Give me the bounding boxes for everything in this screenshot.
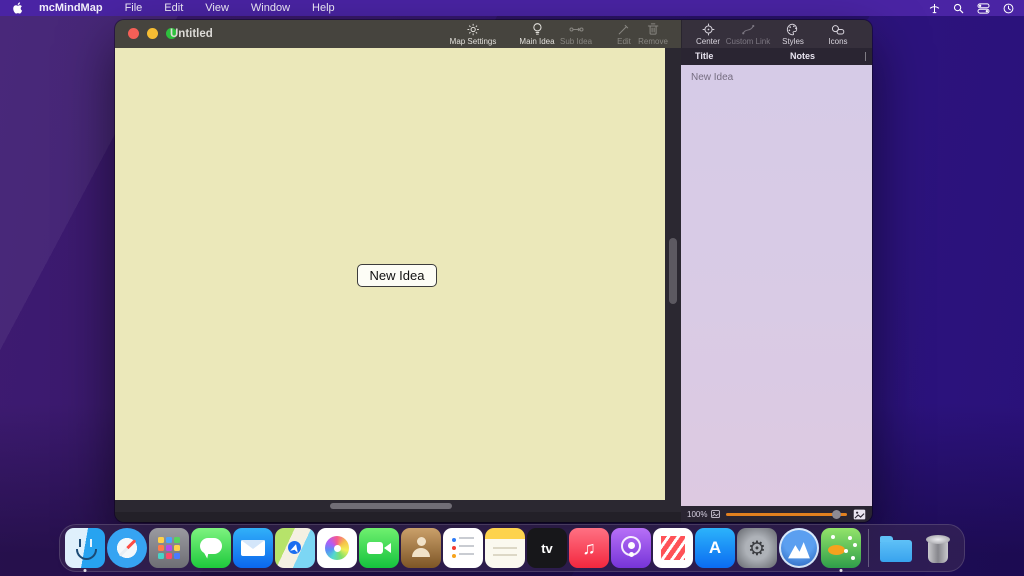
custom-link-button[interactable]: Custom Link <box>726 22 770 46</box>
dock-divider <box>868 529 869 567</box>
sidebar-zoom-bar: 100% <box>681 506 872 522</box>
appstore-glyph: A <box>709 538 721 558</box>
clock-icon[interactable] <box>1003 3 1014 14</box>
dock-mail-icon[interactable] <box>233 528 273 568</box>
music-note-glyph: ♫ <box>582 538 596 559</box>
map-settings-label: Map Settings <box>450 37 497 46</box>
outline-row-new-idea[interactable]: New Idea <box>681 65 872 83</box>
menu-help[interactable]: Help <box>312 2 335 14</box>
gear-glyph: ⚙ <box>748 536 766 561</box>
outline-sidebar: Title Notes New Idea 100% <box>681 48 872 522</box>
target-icon <box>701 22 714 36</box>
sub-node-icon <box>569 22 584 36</box>
menu-app-name[interactable]: mcMindMap <box>39 2 103 14</box>
menu-file[interactable]: File <box>125 2 143 14</box>
menu-edit[interactable]: Edit <box>164 2 183 14</box>
dock-facetime-icon[interactable] <box>359 528 399 568</box>
styles-button[interactable]: Styles <box>782 22 804 46</box>
outline-list[interactable]: New Idea <box>681 65 872 506</box>
icons-button[interactable]: Icons <box>828 22 847 46</box>
dock-reminders-icon[interactable] <box>443 528 483 568</box>
pencil-icon <box>617 22 630 36</box>
window-bottom-edge <box>115 512 681 522</box>
menu-status-area <box>929 3 1014 14</box>
window-title: Untitled <box>170 20 213 48</box>
dock-safari-icon[interactable] <box>107 528 147 568</box>
dock-news-icon[interactable] <box>653 528 693 568</box>
zoom-slider[interactable] <box>726 513 847 516</box>
sidebar-toolbar: Center Custom Link Styles Icons <box>681 20 872 48</box>
dock-messages-icon[interactable] <box>191 528 231 568</box>
zoom-slider-knob[interactable] <box>832 510 841 519</box>
custom-link-label: Custom Link <box>726 37 770 46</box>
dock-mcmindmap-icon[interactable] <box>821 528 861 568</box>
trash-icon <box>647 22 659 36</box>
mindmap-canvas[interactable]: New Idea <box>115 48 665 500</box>
icons-label: Icons <box>828 37 847 46</box>
column-header-notes[interactable]: Notes <box>790 48 815 65</box>
close-button[interactable] <box>128 28 139 39</box>
lightbulb-icon <box>531 22 543 36</box>
horizontal-scrollbar[interactable] <box>115 500 681 512</box>
dock-music-icon[interactable]: ♫ <box>569 528 609 568</box>
control-center-icon[interactable] <box>977 3 990 14</box>
dock-notes-icon[interactable] <box>485 528 525 568</box>
desktop-wallpaper: mcMindMap File Edit View Window Help <box>0 0 1024 576</box>
spotlight-search-icon[interactable] <box>953 3 964 14</box>
edit-label: Edit <box>617 37 631 46</box>
apple-menu-icon[interactable] <box>13 2 24 14</box>
app-window: Untitled Map Settings Main Idea Sub Idea <box>115 20 872 522</box>
styles-label: Styles <box>782 37 804 46</box>
sidebar-header: Title Notes <box>681 48 872 65</box>
curve-link-icon <box>741 22 756 36</box>
titlebar-toolbar: Untitled Map Settings Main Idea Sub Idea <box>115 20 681 48</box>
running-indicator <box>840 569 843 572</box>
sub-idea-button[interactable]: Sub Idea <box>560 22 592 46</box>
menu-window[interactable]: Window <box>251 2 290 14</box>
zoom-level-label: 100% <box>687 510 707 519</box>
minimize-button[interactable] <box>147 28 158 39</box>
dock-contacts-icon[interactable] <box>401 528 441 568</box>
zoom-in-image-icon[interactable] <box>853 509 866 520</box>
palette-icon <box>786 22 799 36</box>
dock: tv ♫ A ⚙ <box>59 524 965 572</box>
remove-button[interactable]: Remove <box>638 22 668 46</box>
menu-bar: mcMindMap File Edit View Window Help <box>0 0 1024 16</box>
mindmap-root-node[interactable]: New Idea <box>357 264 437 287</box>
zoom-out-image-icon[interactable] <box>711 510 720 518</box>
main-idea-button[interactable]: Main Idea <box>519 22 554 46</box>
dock-launchpad-icon[interactable] <box>149 528 189 568</box>
dock-downloads-folder-icon[interactable] <box>876 528 916 568</box>
running-indicator <box>84 569 87 572</box>
dock-appletv-icon[interactable]: tv <box>527 528 567 568</box>
tv-glyph: tv <box>541 541 553 556</box>
vertical-scrollbar-thumb[interactable] <box>669 238 677 304</box>
dock-podcasts-icon[interactable] <box>611 528 651 568</box>
column-header-title[interactable]: Title <box>695 48 713 65</box>
horizontal-scrollbar-thumb[interactable] <box>330 503 452 509</box>
center-label: Center <box>696 37 720 46</box>
dock-peaks-app-icon[interactable] <box>779 528 819 568</box>
dock-system-preferences-icon[interactable]: ⚙ <box>737 528 777 568</box>
main-idea-label: Main Idea <box>519 37 554 46</box>
menu-view[interactable]: View <box>205 2 229 14</box>
dock-trash-icon[interactable] <box>918 528 958 568</box>
dock-finder-icon[interactable] <box>65 528 105 568</box>
remove-label: Remove <box>638 37 668 46</box>
dock-maps-icon[interactable] <box>275 528 315 568</box>
dock-photos-icon[interactable] <box>317 528 357 568</box>
edit-button[interactable]: Edit <box>617 22 631 46</box>
column-divider[interactable] <box>865 52 866 61</box>
shapes-icon <box>831 22 846 36</box>
shortcut-icon[interactable] <box>929 3 940 14</box>
vertical-scrollbar[interactable] <box>665 48 681 500</box>
gear-icon <box>466 22 479 36</box>
map-settings-button[interactable]: Map Settings <box>450 22 497 46</box>
center-button[interactable]: Center <box>696 22 720 46</box>
sub-idea-label: Sub Idea <box>560 37 592 46</box>
dock-appstore-icon[interactable]: A <box>695 528 735 568</box>
